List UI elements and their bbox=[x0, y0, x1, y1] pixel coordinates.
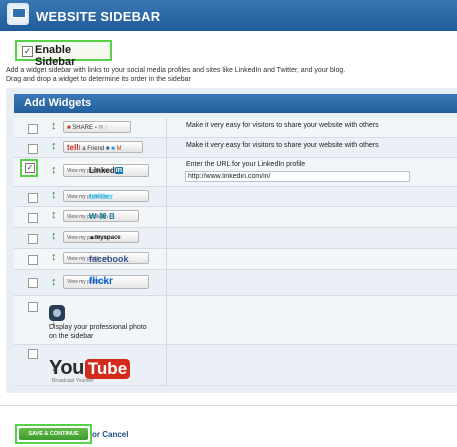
drag-handle-icon[interactable]: ↕ bbox=[51, 252, 57, 263]
widget-row-twitter[interactable]: ↕ View my profile ontwitter bbox=[14, 187, 457, 207]
twitter-widget-button: View my profile ontwitter bbox=[63, 190, 149, 202]
column-divider bbox=[166, 249, 167, 269]
widget-row-tell-a-friend[interactable]: ↕ tell! a Friend ■ ■ M Make it very easy… bbox=[14, 138, 457, 158]
tell-a-friend-widget-button: tell! a Friend ■ ■ M bbox=[63, 141, 143, 153]
linkedin-url-input[interactable] bbox=[185, 171, 410, 182]
youtube-tagline: Broadcast Yourself bbox=[52, 378, 94, 384]
drag-handle-icon[interactable]: ↕ bbox=[51, 231, 57, 242]
widget-checkbox[interactable] bbox=[28, 193, 38, 203]
description-line-1: Add a widget sidebar with links to your … bbox=[6, 67, 346, 74]
drag-handle-icon[interactable]: ↕ bbox=[51, 141, 57, 152]
linkedin-checkbox-highlight[interactable]: ✓ bbox=[20, 159, 38, 177]
photo-widget-text: Display your professional photo on the s… bbox=[49, 324, 147, 340]
page-title: WEBSITE SIDEBAR bbox=[36, 9, 161, 24]
enable-sidebar-label: Enable Sidebar bbox=[35, 44, 76, 68]
save-button-highlight[interactable]: SAVE & CONTINUE bbox=[15, 424, 92, 444]
widget-row-flickr[interactable]: ↕ View my profile onflickr bbox=[14, 270, 457, 296]
description-line-2: Drag and drop a widget to determine its … bbox=[6, 76, 191, 83]
widget-checkbox[interactable] bbox=[28, 234, 38, 244]
sidebar-description: Add a widget sidebar with links to your … bbox=[6, 66, 446, 84]
widget-checkbox[interactable] bbox=[28, 255, 38, 265]
column-divider bbox=[166, 270, 167, 295]
page-header: WEBSITE SIDEBAR bbox=[0, 0, 457, 31]
column-divider bbox=[166, 187, 167, 206]
widget-row-share[interactable]: ↕ ■ SHARE ▪ ✉ ⁝ Make it very easy for vi… bbox=[14, 118, 457, 138]
column-divider bbox=[166, 158, 167, 186]
drag-handle-icon[interactable]: ↕ bbox=[51, 165, 57, 176]
linkedin-checkbox[interactable]: ✓ bbox=[25, 163, 35, 173]
drag-handle-icon[interactable]: ↕ bbox=[51, 210, 57, 221]
youtube-logo: You Tube bbox=[49, 357, 131, 380]
blog-widget-button: View my profile onW ⌘ B bbox=[63, 210, 139, 222]
camera-icon bbox=[49, 305, 65, 321]
widget-description: Enter the URL for your LinkedIn profile bbox=[186, 161, 306, 168]
column-divider bbox=[166, 296, 167, 344]
column-divider bbox=[166, 345, 167, 385]
widget-checkbox[interactable] bbox=[28, 144, 38, 154]
footer-divider bbox=[0, 405, 457, 406]
widget-row-facebook[interactable]: ↕ View my profile onfacebook bbox=[14, 249, 457, 270]
widget-description: Make it very easy for visitors to share … bbox=[186, 142, 379, 149]
sidebar-window-icon bbox=[7, 3, 29, 25]
enable-sidebar-toggle[interactable]: ✓ Enable Sidebar bbox=[15, 40, 112, 68]
column-divider bbox=[166, 207, 167, 227]
linkedin-widget-button: View my profile onLinkedin bbox=[63, 164, 149, 177]
widgets-panel-title: Add Widgets bbox=[24, 97, 92, 109]
save-continue-button[interactable]: SAVE & CONTINUE bbox=[19, 428, 88, 440]
drag-handle-icon[interactable]: ↕ bbox=[51, 277, 57, 288]
myspace-widget-button: View my profile on▲myspace bbox=[63, 231, 139, 243]
widget-checkbox[interactable] bbox=[28, 213, 38, 223]
facebook-widget-button: View my profile onfacebook bbox=[63, 252, 149, 264]
enable-sidebar-checkbox[interactable]: ✓ bbox=[22, 46, 33, 57]
widget-checkbox[interactable] bbox=[28, 278, 38, 288]
share-widget-button: ■ SHARE ▪ ✉ ⁝ bbox=[63, 121, 131, 133]
widget-row-blog[interactable]: ↕ View my profile onW ⌘ B bbox=[14, 207, 457, 228]
widget-description: Make it very easy for visitors to share … bbox=[186, 122, 379, 129]
column-divider bbox=[166, 118, 167, 137]
drag-handle-icon[interactable]: ↕ bbox=[51, 121, 57, 132]
drag-handle-icon[interactable]: ↕ bbox=[51, 190, 57, 201]
widget-checkbox[interactable] bbox=[28, 302, 38, 312]
widget-checkbox[interactable] bbox=[28, 349, 38, 359]
column-divider bbox=[166, 138, 167, 157]
widgets-panel-header: Add Widgets bbox=[14, 94, 457, 113]
widget-row-myspace[interactable]: ↕ View my profile on▲myspace bbox=[14, 228, 457, 249]
widget-checkbox[interactable] bbox=[28, 124, 38, 134]
column-divider bbox=[166, 228, 167, 248]
cancel-link[interactable]: or Cancel bbox=[92, 430, 128, 439]
flickr-widget-button: View my profile onflickr bbox=[63, 275, 149, 289]
